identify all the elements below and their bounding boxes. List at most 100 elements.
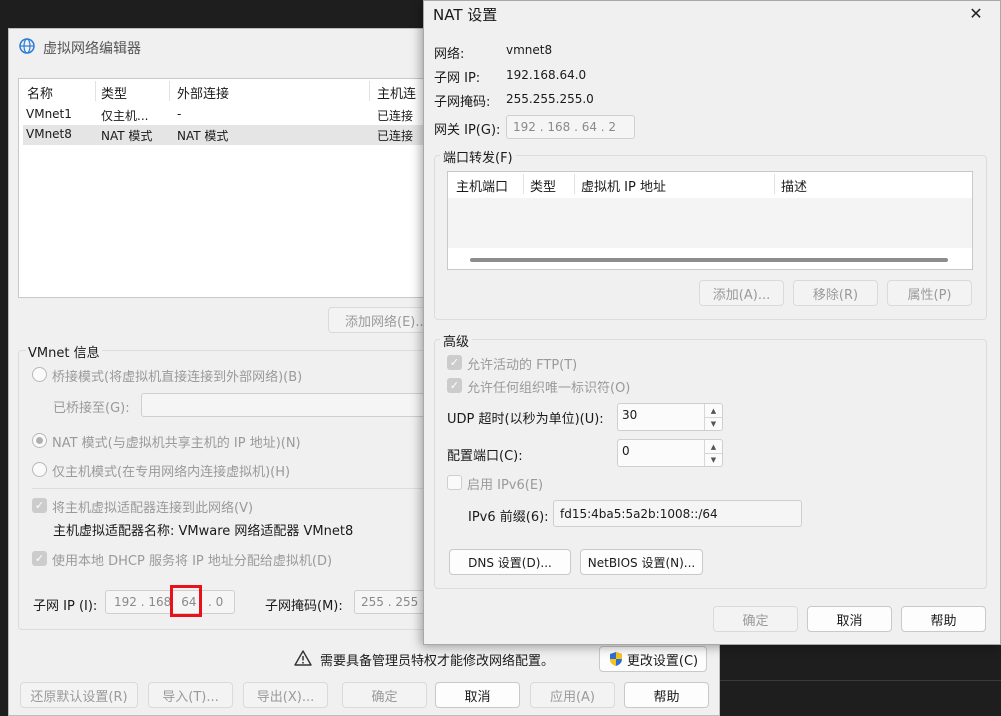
gateway-field[interactable]: 192 . 168 . 64 . 2 [506, 115, 635, 139]
netbios-settings-button[interactable]: NetBIOS 设置(N)... [580, 549, 703, 575]
cancel-button[interactable]: 取消 [435, 682, 520, 708]
config-port-value: 0 [622, 444, 630, 458]
add-network-button[interactable]: 添加网络(E)... [328, 307, 438, 333]
pf-header-vm-ip[interactable]: 虚拟机 IP 地址 [581, 176, 666, 195]
row-type: NAT 模式 [101, 129, 153, 143]
nat-subnet-mask-value: 255.255.255.0 [506, 92, 594, 106]
decrement-arrow-icon[interactable]: ▼ [705, 453, 722, 466]
port-forward-title: 端口转发(F) [440, 147, 516, 166]
nat-subnet-ip-value: 192.168.64.0 [506, 68, 587, 82]
nat-ok-button[interactable]: 确定 [713, 606, 798, 632]
allow-oui-checkbox[interactable]: ✓ [447, 378, 462, 393]
divider [32, 488, 432, 489]
globe-icon [19, 38, 35, 54]
apply-button[interactable]: 应用(A) [530, 682, 615, 708]
network-value: vmnet8 [506, 43, 553, 57]
subnet-ip-octet-4: 0 [215, 595, 224, 609]
row-external: NAT 模式 [177, 129, 229, 143]
row-external: - [177, 107, 182, 121]
row-host: 已连接 [377, 109, 414, 123]
column-divider [774, 174, 775, 194]
use-dhcp-checkbox[interactable]: ✓ [32, 551, 47, 566]
allow-ftp-checkbox[interactable]: ✓ [447, 355, 462, 370]
table-row[interactable]: VMnet1 仅主机... - 已连接 [23, 105, 437, 125]
import-button[interactable]: 导入(T)... [148, 682, 233, 708]
adapter-name-label: 主机虚拟适配器名称: VMware 网络适配器 VMnet8 [53, 524, 354, 539]
vmnet-info-title: VMnet 信息 [26, 342, 102, 361]
column-header-type[interactable]: 类型 [101, 83, 127, 102]
nat-mode-radio[interactable] [32, 433, 47, 448]
column-header-external[interactable]: 外部连接 [177, 83, 229, 102]
nat-mode-label: NAT 模式(与虚拟机共享主机的 IP 地址)(N) [52, 436, 301, 451]
allow-ftp-label: 允许活动的 FTP(T) [467, 358, 578, 373]
subnet-ip-label: 子网 IP (I): [33, 599, 98, 614]
bridged-to-label: 已桥接至(G): [53, 401, 130, 416]
udp-timeout-spinner[interactable]: 30 ▲ ▼ [617, 403, 723, 431]
enable-ipv6-checkbox[interactable] [447, 475, 462, 490]
udp-timeout-value: 30 [622, 408, 638, 422]
add-button[interactable]: 添加(A)... [699, 280, 784, 306]
bridge-mode-label: 桥接模式(将虚拟机直接连接到外部网络)(B) [52, 370, 303, 385]
spinner-arrows: ▲ ▼ [704, 440, 722, 466]
nat-dialog-title: NAT 设置 [433, 6, 498, 24]
network-list[interactable]: 名称 类型 外部连接 主机连 VMnet1 仅主机... - 已连接 VMnet… [18, 78, 438, 298]
nat-help-button[interactable]: 帮助 [901, 606, 986, 632]
row-host: 已连接 [377, 129, 414, 143]
nat-subnet-mask-label: 子网掩码: [434, 95, 491, 110]
column-divider [95, 81, 96, 101]
config-port-label: 配置端口(C): [447, 449, 523, 464]
connect-adapter-checkbox[interactable]: ✓ [32, 498, 47, 513]
table-row-selected[interactable]: VMnet8 NAT 模式 NAT 模式 已连接 [23, 125, 437, 145]
subnet-mask-field[interactable]: 255 . 255 . [354, 590, 434, 614]
column-header-name[interactable]: 名称 [27, 83, 53, 102]
column-divider [523, 174, 524, 194]
subnet-ip-octet-2: 168 [148, 595, 172, 609]
bridged-to-select[interactable] [141, 393, 431, 417]
admin-warning-text: 需要具备管理员特权才能修改网络配置。 [320, 654, 555, 669]
network-label: 网络: [434, 47, 465, 62]
dns-settings-button[interactable]: DNS 设置(D)... [449, 549, 571, 575]
enable-ipv6-label: 启用 IPv6(E) [467, 478, 544, 493]
allow-oui-label: 允许任何组织唯一标识符(O) [467, 381, 631, 396]
udp-timeout-label: UDP 超时(以秒为单位)(U): [447, 412, 604, 427]
increment-arrow-icon[interactable]: ▲ [705, 404, 722, 417]
close-icon[interactable]: ✕ [958, 0, 994, 26]
horizontal-scrollbar[interactable] [470, 258, 948, 262]
ipv6-prefix-field[interactable]: fd15:4ba5:5a2b:1008::/64 [553, 500, 802, 527]
pf-header-description[interactable]: 描述 [781, 176, 807, 195]
background-line [720, 680, 1001, 681]
pf-header-type[interactable]: 类型 [530, 176, 556, 195]
vmnet-info-group [18, 350, 438, 630]
bridge-mode-radio[interactable] [32, 367, 47, 382]
help-button[interactable]: 帮助 [624, 682, 709, 708]
nat-cancel-button[interactable]: 取消 [807, 606, 892, 632]
decrement-arrow-icon[interactable]: ▼ [705, 417, 722, 430]
subnet-mask-label: 子网掩码(M): [265, 599, 343, 614]
restore-defaults-button[interactable]: 还原默认设置(R) [20, 682, 138, 708]
port-forward-table[interactable]: 主机端口 类型 虚拟机 IP 地址 描述 [447, 171, 973, 270]
change-settings-label: 更改设置(C) [626, 653, 699, 669]
window-title: 虚拟网络编辑器 [43, 41, 141, 57]
list-body [448, 198, 972, 248]
row-type: 仅主机... [101, 109, 149, 123]
column-divider [369, 81, 370, 101]
increment-arrow-icon[interactable]: ▲ [705, 440, 722, 453]
properties-button[interactable]: 属性(P) [887, 280, 972, 306]
gateway-label: 网关 IP(G): [434, 123, 501, 138]
ipv6-prefix-label: IPv6 前缀(6): [468, 510, 549, 525]
column-divider [574, 174, 575, 194]
remove-button[interactable]: 移除(R) [793, 280, 878, 306]
pf-header-host-port[interactable]: 主机端口 [456, 176, 508, 195]
nat-subnet-ip-label: 子网 IP: [434, 71, 481, 86]
config-port-spinner[interactable]: 0 ▲ ▼ [617, 439, 723, 467]
connect-adapter-label: 将主机虚拟适配器连接到此网络(V) [52, 501, 254, 516]
spinner-arrows: ▲ ▼ [704, 404, 722, 430]
column-header-host[interactable]: 主机连 [377, 83, 416, 102]
host-only-mode-radio[interactable] [32, 462, 47, 477]
ok-button[interactable]: 确定 [342, 682, 427, 708]
dot: . [136, 595, 149, 609]
change-settings-button[interactable]: 更改设置(C) [599, 646, 707, 672]
export-button[interactable]: 导出(X)... [243, 682, 328, 708]
warning-icon [294, 650, 312, 666]
subnet-ip-octet-1: 192 [114, 595, 137, 609]
